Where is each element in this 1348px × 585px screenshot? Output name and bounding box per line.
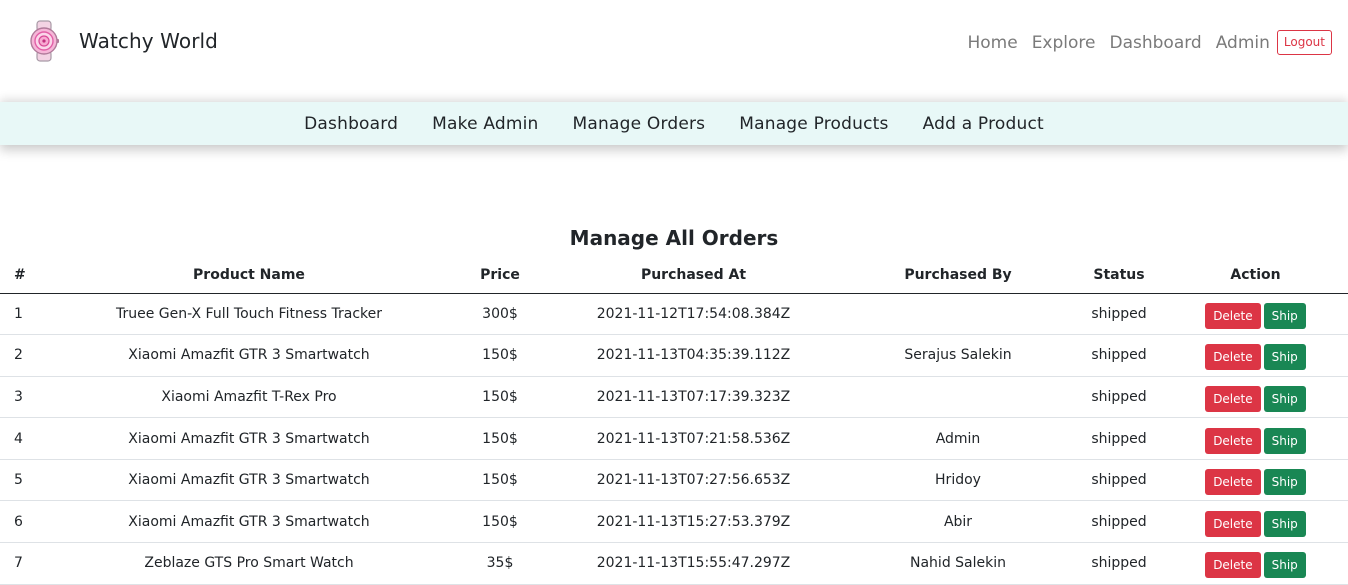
cell-number: 4 xyxy=(0,417,44,460)
ship-button[interactable]: Ship xyxy=(1263,510,1306,537)
table-row: 6 Xiaomi Amazfit GTR 3 Smartwatch 150$ 2… xyxy=(0,500,1348,544)
subnav-manage-orders[interactable]: Manage Orders xyxy=(573,114,706,134)
top-nav: Home Explore Dashboard Admin Logout xyxy=(953,30,1332,55)
ship-button[interactable]: Ship xyxy=(1263,344,1306,371)
cell-price: 150$ xyxy=(454,334,546,377)
cell-price: 150$ xyxy=(454,500,546,544)
cell-price: 150$ xyxy=(454,459,546,502)
cell-status: shipped xyxy=(1075,459,1163,502)
cell-number: 3 xyxy=(0,376,44,419)
ship-button[interactable]: Ship xyxy=(1263,552,1306,579)
ship-button[interactable]: Ship xyxy=(1263,385,1306,412)
dashboard-subnav: Dashboard Make Admin Manage Orders Manag… xyxy=(0,102,1348,145)
cell-action: Delete Ship xyxy=(1163,500,1348,544)
table-row: 2 Xiaomi Amazfit GTR 3 Smartwatch 150$ 2… xyxy=(0,334,1348,377)
delete-button[interactable]: Delete xyxy=(1205,469,1261,496)
subnav-add-product[interactable]: Add a Product xyxy=(923,114,1044,134)
cell-product-name: Xiaomi Amazfit GTR 3 Smartwatch xyxy=(44,500,454,544)
cell-number: 2 xyxy=(0,334,44,377)
cell-purchased-by xyxy=(841,376,1075,419)
cell-number: 6 xyxy=(0,500,44,544)
cell-purchased-by: Nahid Salekin xyxy=(841,542,1075,585)
cell-product-name: Xiaomi Amazfit GTR 3 Smartwatch xyxy=(44,417,454,460)
cell-purchased-at: 2021-11-13T07:27:56.653Z xyxy=(546,459,841,502)
header-action: Action xyxy=(1163,258,1348,294)
cell-action: Delete Ship xyxy=(1163,459,1348,502)
ship-button[interactable]: Ship xyxy=(1263,427,1306,454)
cell-number: 1 xyxy=(0,293,44,336)
header-purchased-by: Purchased By xyxy=(841,258,1075,294)
top-navbar: Watchy World Home Explore Dashboard Admi… xyxy=(0,0,1348,102)
header-purchased-at: Purchased At xyxy=(546,258,841,294)
cell-price: 300$ xyxy=(454,293,546,336)
cell-status: shipped xyxy=(1075,293,1163,336)
cell-purchased-at: 2021-11-13T04:35:39.112Z xyxy=(546,334,841,377)
cell-product-name: Xiaomi Amazfit GTR 3 Smartwatch xyxy=(44,459,454,502)
cell-status: shipped xyxy=(1075,334,1163,377)
cell-price: 150$ xyxy=(454,376,546,419)
cell-status: shipped xyxy=(1075,417,1163,460)
cell-purchased-at: 2021-11-13T07:17:39.323Z xyxy=(546,376,841,419)
cell-purchased-by: Hridoy xyxy=(841,459,1075,502)
cell-status: shipped xyxy=(1075,542,1163,585)
delete-button[interactable]: Delete xyxy=(1205,552,1261,579)
logout-button[interactable]: Logout xyxy=(1276,30,1332,55)
cell-product-name: Truee Gen-X Full Touch Fitness Tracker xyxy=(44,293,454,336)
brand-name: Watchy World xyxy=(79,29,218,53)
cell-purchased-by: Abir xyxy=(841,500,1075,544)
nav-home-link[interactable]: Home xyxy=(967,33,1017,53)
table-header-row: # Product Name Price Purchased At Purcha… xyxy=(0,258,1348,294)
table-row: 1 Truee Gen-X Full Touch Fitness Tracker… xyxy=(0,293,1348,336)
nav-dashboard-link[interactable]: Dashboard xyxy=(1109,33,1201,53)
cell-number: 7 xyxy=(0,542,44,585)
subnav-make-admin[interactable]: Make Admin xyxy=(432,114,538,134)
cell-product-name: Xiaomi Amazfit T-Rex Pro xyxy=(44,376,454,419)
table-row: 3 Xiaomi Amazfit T-Rex Pro 150$ 2021-11-… xyxy=(0,376,1348,419)
cell-action: Delete Ship xyxy=(1163,376,1348,419)
cell-action: Delete Ship xyxy=(1163,417,1348,460)
table-row: 5 Xiaomi Amazfit GTR 3 Smartwatch 150$ 2… xyxy=(0,459,1348,502)
delete-button[interactable]: Delete xyxy=(1205,302,1261,329)
cell-price: 150$ xyxy=(454,417,546,460)
cell-number: 5 xyxy=(0,459,44,502)
nav-explore-link[interactable]: Explore xyxy=(1032,33,1096,53)
ship-button[interactable]: Ship xyxy=(1263,302,1306,329)
table-row: 4 Xiaomi Amazfit GTR 3 Smartwatch 150$ 2… xyxy=(0,417,1348,460)
delete-button[interactable]: Delete xyxy=(1205,344,1261,371)
watch-icon xyxy=(30,20,59,62)
brand[interactable]: Watchy World xyxy=(28,20,218,62)
cell-product-name: Zeblaze GTS Pro Smart Watch xyxy=(44,542,454,585)
cell-action: Delete Ship xyxy=(1163,542,1348,585)
cell-purchased-at: 2021-11-13T15:27:53.379Z xyxy=(546,500,841,544)
header-status: Status xyxy=(1075,258,1163,294)
cell-status: shipped xyxy=(1075,376,1163,419)
subnav-dashboard[interactable]: Dashboard xyxy=(304,114,398,134)
header-number: # xyxy=(0,258,44,294)
header-product-name: Product Name xyxy=(44,258,454,294)
cell-status: shipped xyxy=(1075,500,1163,544)
delete-button[interactable]: Delete xyxy=(1205,385,1261,412)
subnav-manage-products[interactable]: Manage Products xyxy=(739,114,888,134)
table-row: 7 Zeblaze GTS Pro Smart Watch 35$ 2021-1… xyxy=(0,542,1348,585)
ship-button[interactable]: Ship xyxy=(1263,469,1306,496)
cell-product-name: Xiaomi Amazfit GTR 3 Smartwatch xyxy=(44,334,454,377)
cell-purchased-by: Serajus Salekin xyxy=(841,334,1075,377)
cell-price: 35$ xyxy=(454,542,546,585)
nav-admin-link[interactable]: Admin xyxy=(1216,33,1270,53)
cell-purchased-by: Admin xyxy=(841,417,1075,460)
cell-action: Delete Ship xyxy=(1163,293,1348,336)
page-title: Manage All Orders xyxy=(569,226,779,250)
orders-table: # Product Name Price Purchased At Purcha… xyxy=(0,258,1348,585)
delete-button[interactable]: Delete xyxy=(1205,427,1261,454)
header-price: Price xyxy=(454,258,546,294)
delete-button[interactable]: Delete xyxy=(1205,510,1261,537)
cell-purchased-at: 2021-11-13T07:21:58.536Z xyxy=(546,417,841,460)
cell-purchased-by xyxy=(841,293,1075,336)
cell-purchased-at: 2021-11-13T15:55:47.297Z xyxy=(546,542,841,585)
cell-action: Delete Ship xyxy=(1163,334,1348,377)
cell-purchased-at: 2021-11-12T17:54:08.384Z xyxy=(546,293,841,336)
